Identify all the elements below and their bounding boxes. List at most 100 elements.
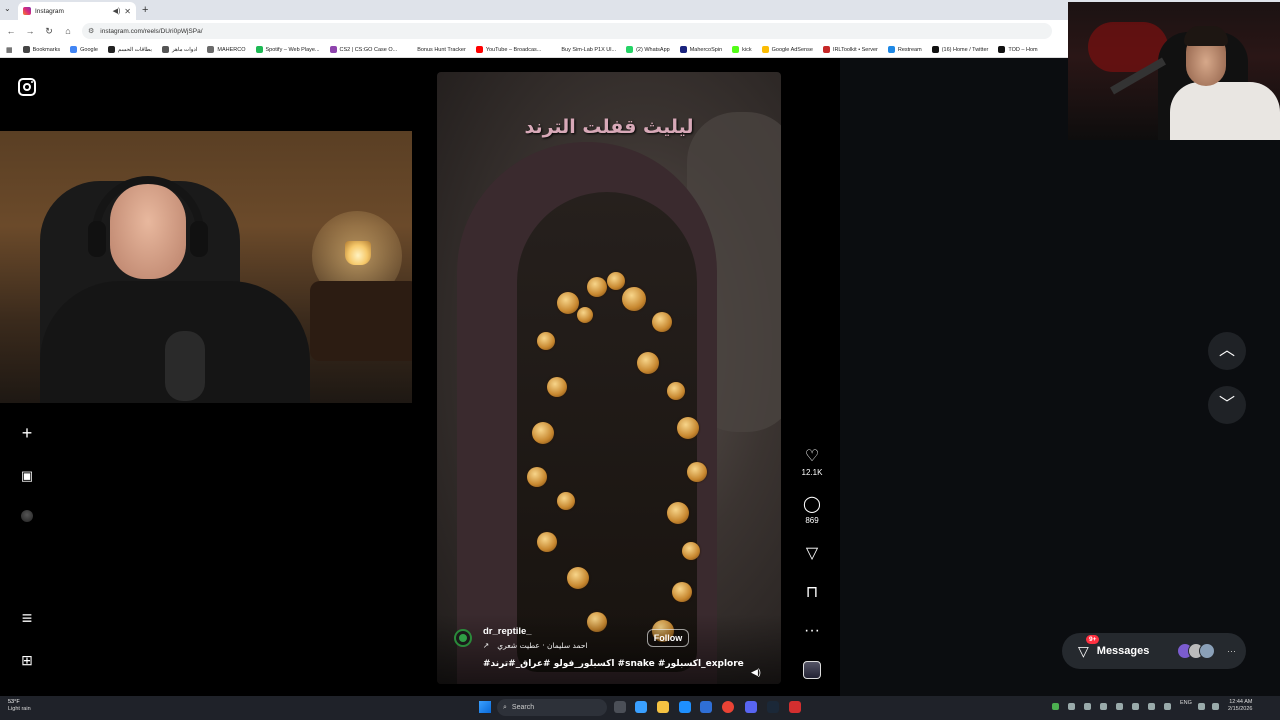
volume-icon[interactable]: ◀) [751, 667, 761, 678]
tray-app-icon[interactable] [1052, 703, 1059, 710]
bookmark-item[interactable]: MahercoSpin [679, 46, 722, 53]
send-icon[interactable]: ▽ [800, 545, 824, 563]
gold-coin [537, 532, 557, 552]
home-icon[interactable]: ⌂ [63, 26, 73, 36]
bookmark-item[interactable]: IRLToolkit • Server [822, 46, 878, 53]
bookmark-item[interactable]: kick [732, 46, 752, 53]
reload-icon[interactable]: ↻ [44, 26, 54, 37]
tray-app-icon[interactable] [1164, 703, 1171, 710]
tray-app-icon[interactable] [1084, 703, 1091, 710]
tray-app-icon[interactable] [1100, 703, 1107, 710]
file-explorer-icon[interactable] [657, 701, 669, 713]
gold-coin [622, 287, 646, 311]
tray-app-icon[interactable] [1148, 703, 1155, 710]
start-button[interactable] [479, 701, 491, 713]
site-info-icon[interactable]: ⚙ [88, 27, 94, 35]
instagram-logo-icon[interactable] [18, 78, 36, 96]
bookmark-favicon-icon [407, 46, 415, 53]
avatar [1199, 643, 1215, 659]
bookmark-item[interactable]: Bookmarks [22, 46, 61, 53]
like-action[interactable]: ♡ 12.1K [800, 448, 824, 477]
bookmark-item[interactable]: (2) WhatsApp [626, 46, 670, 53]
store-icon[interactable] [700, 701, 712, 713]
messages-button[interactable]: ▽ 9+ Messages ··· [1062, 633, 1246, 669]
chrome-icon[interactable] [722, 701, 734, 713]
bookmark-item[interactable]: Google AdSense [761, 46, 813, 53]
bookmark-item[interactable]: Spotify – Web Playe... [255, 46, 320, 53]
bookmark-item[interactable]: بطاقات الحسم [107, 46, 152, 53]
heart-icon[interactable]: ♡ [800, 448, 824, 466]
tray-app-icon[interactable] [1116, 703, 1123, 710]
create-plus-icon[interactable]: + [17, 423, 37, 443]
bookmark-label: Bookmarks [32, 46, 61, 53]
menu-icon[interactable]: ≡ [17, 608, 37, 628]
reel-video[interactable]: ليليث قفلت الترند dr_reptile_ ↗ احمد سلي… [437, 72, 781, 684]
tray-app-icon[interactable] [1132, 703, 1139, 710]
author-avatar[interactable] [454, 629, 472, 647]
gold-coin [667, 502, 689, 524]
profile-avatar[interactable] [21, 510, 33, 522]
taskbar-search[interactable]: ⌕ Search [497, 699, 607, 716]
bookmark-item[interactable]: (16) Home / Twitter [931, 46, 989, 53]
tab-instagram[interactable]: Instagram ◀) ✕ [18, 2, 136, 20]
windows-taskbar: 53°F Light rain ⌕ Search ENG 12:44 AM 2/… [0, 696, 1280, 720]
previous-reel-button[interactable]: ︿ [1208, 332, 1246, 370]
url-input[interactable]: ⚙ instagram.com/reels/DUri0pWjSPa/ [82, 23, 1052, 39]
speaker-icon[interactable]: ◀) [113, 7, 121, 15]
follow-button[interactable]: Follow [647, 629, 689, 647]
bookmark-label: CS2 | CS:GO Case O... [339, 46, 398, 53]
bookmark-label: ادوات ماهر [171, 46, 198, 53]
widgets-icon[interactable] [635, 701, 647, 713]
gold-coin [607, 272, 625, 290]
bookmark-label: (2) WhatsApp [636, 46, 670, 53]
bookmark-icon[interactable]: ⊓ [800, 584, 824, 602]
bookmark-item[interactable]: CS2 | CS:GO Case O... [329, 46, 398, 53]
bookmark-label: (16) Home / Twitter [941, 46, 989, 53]
volume-icon[interactable] [1212, 703, 1219, 710]
messages-label: Messages [1096, 645, 1150, 657]
obs-icon[interactable] [789, 701, 801, 713]
language-indicator[interactable]: ENG [1180, 700, 1192, 706]
forward-icon[interactable]: → [25, 26, 35, 36]
weather-widget[interactable]: 53°F Light rain [8, 699, 31, 713]
author-name[interactable]: dr_reptile_ [483, 626, 532, 637]
task-view-icon[interactable] [614, 701, 626, 713]
back-icon[interactable]: ← [6, 26, 16, 36]
tab-search-icon[interactable]: ⌄ [4, 4, 11, 13]
comment-action[interactable]: ◯ 869 [800, 496, 824, 525]
wifi-icon[interactable] [1198, 703, 1205, 710]
instagram-favicon-icon [23, 7, 31, 15]
bookmark-item[interactable]: YouTube – Broadcas... [475, 46, 541, 53]
comment-icon[interactable]: ◯ [800, 496, 824, 514]
edge-icon[interactable] [679, 701, 691, 713]
bookmark-item[interactable]: TOD – Hom [998, 46, 1038, 53]
bookmark-item[interactable]: MAHERCO [207, 46, 246, 53]
steam-icon[interactable] [767, 701, 779, 713]
bookmark-item[interactable]: ادوات ماهر [161, 46, 198, 53]
bookmark-item[interactable]: Google [70, 46, 98, 53]
new-tab-button[interactable]: + [142, 4, 148, 16]
bookmark-favicon-icon [329, 46, 337, 53]
insights-icon[interactable]: ▣ [17, 466, 37, 486]
next-reel-button[interactable]: ﹀ [1208, 386, 1246, 424]
share-action[interactable]: ▽ [800, 545, 824, 563]
tray-app-icon[interactable] [1068, 703, 1075, 710]
bookmark-item[interactable]: Buy Sim-Lab P1X Ul... [551, 46, 616, 53]
more-apps-icon[interactable]: ⊞ [17, 650, 37, 670]
tab-close-icon[interactable]: ✕ [124, 7, 131, 16]
bookmark-label: IRLToolkit • Server [832, 46, 878, 53]
taskbar-clock[interactable]: 12:44 AM 2/15/2026 [1228, 699, 1252, 713]
more-action[interactable]: ··· [800, 622, 824, 640]
more-icon[interactable]: ··· [800, 622, 824, 640]
save-action[interactable]: ⊓ [800, 584, 824, 602]
bookmark-favicon-icon [998, 46, 1006, 53]
audio-thumbnail[interactable] [803, 661, 821, 679]
discord-icon[interactable] [745, 701, 757, 713]
audio-label: احمد سليمان · عطيت شعري [497, 641, 588, 650]
reel-hashtags[interactable]: #اكسبلور_فولو #عراق_#ترند #snake #اكسبلو… [483, 659, 744, 669]
audio-info[interactable]: ↗ احمد سليمان · عطيت شعري [483, 641, 588, 650]
bookmark-item[interactable]: Restream [887, 46, 922, 53]
bookmark-item[interactable]: Bonus Hunt Tracker [407, 46, 466, 53]
apps-grid-icon[interactable]: ▦ [6, 46, 13, 54]
weather-temp: 53°F [8, 699, 20, 705]
